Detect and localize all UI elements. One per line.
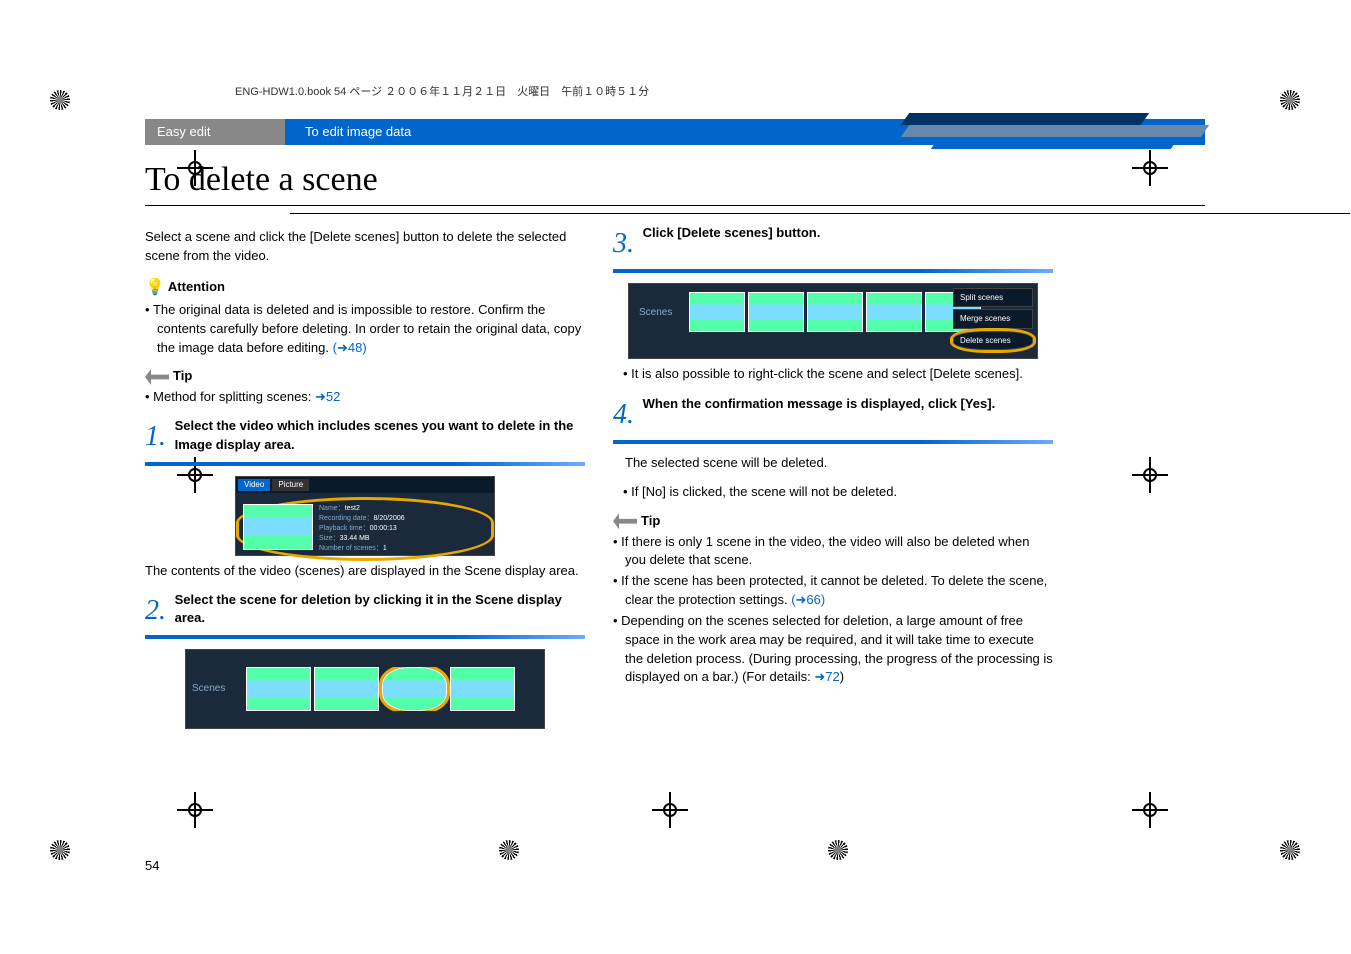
step3-note: It is also possible to right-click the s… xyxy=(613,365,1053,384)
delete-scenes-button: Delete scenes xyxy=(953,331,1033,351)
link-48[interactable]: (➜48) xyxy=(333,340,367,355)
step-text: Click [Delete scenes] button. xyxy=(643,224,1043,243)
divider xyxy=(290,213,1350,214)
step-text: Select the scene for deletion by clickin… xyxy=(175,591,575,629)
figure-scene-select: Scenes xyxy=(185,649,545,729)
step1-caption: The contents of the video (scenes) are d… xyxy=(145,562,585,581)
scenes-label: Scenes xyxy=(192,682,242,697)
step-rule xyxy=(145,635,585,639)
print-mark xyxy=(50,840,70,860)
tip2-item3: Depending on the scenes selected for del… xyxy=(613,612,1053,687)
bulb-icon: 💡 xyxy=(145,279,165,296)
scene-thumb xyxy=(748,292,804,332)
scene-thumb xyxy=(450,667,515,711)
step-number: 2. xyxy=(145,591,171,632)
tip2-item2: If the scene has been protected, it cann… xyxy=(613,572,1053,610)
step-number: 1. xyxy=(145,417,171,458)
step-1: 1. Select the video which includes scene… xyxy=(145,417,585,466)
scene-thumb xyxy=(314,667,379,711)
step4-note: If [No] is clicked, the scene will not b… xyxy=(613,483,1053,502)
step-rule xyxy=(613,269,1053,273)
scene-thumb xyxy=(807,292,863,332)
scene-thumb xyxy=(246,667,311,711)
scene-thumb xyxy=(866,292,922,332)
video-thumbnail xyxy=(243,504,313,550)
print-mark xyxy=(1280,840,1300,860)
header-decoration xyxy=(885,101,1205,161)
video-info: Name：test2 Recording date：8/20/2006 Play… xyxy=(319,504,487,555)
book-metadata: ENG-HDW1.0.book 54 ページ ２００６年１１月２１日 火曜日 午… xyxy=(145,83,1205,99)
step4-result: The selected scene will be deleted. xyxy=(613,454,1053,473)
tab-picture: Picture xyxy=(272,479,309,491)
figure-video-list: VideoPicture Name：test2 Recording date：8… xyxy=(235,476,495,556)
link-52[interactable]: ➜52 xyxy=(315,389,340,404)
page-number: 54 xyxy=(145,858,159,873)
page-title: To delete a scene xyxy=(145,161,1205,206)
attention-body: The original data is deleted and is impo… xyxy=(145,301,585,358)
merge-scenes-button: Merge scenes xyxy=(953,309,1033,329)
tip-body: Method for splitting scenes: ➜52 xyxy=(145,388,585,407)
tip-heading: Tip xyxy=(145,367,585,386)
attention-heading: 💡Attention xyxy=(145,276,585,299)
step-number: 4. xyxy=(613,395,639,436)
step-rule xyxy=(613,440,1053,444)
link-72[interactable]: ➜72 xyxy=(814,669,839,684)
scenes-label: Scenes xyxy=(639,306,672,321)
category-label: Easy edit xyxy=(145,119,285,145)
tip-icon xyxy=(145,369,169,385)
print-mark xyxy=(50,90,70,110)
step-number: 3. xyxy=(613,224,639,265)
scene-thumb-selected xyxy=(382,667,447,711)
intro-text: Select a scene and click the [Delete sce… xyxy=(145,228,585,266)
step-2: 2. Select the scene for deletion by clic… xyxy=(145,591,585,640)
print-mark xyxy=(1280,90,1300,110)
step-text: When the confirmation message is display… xyxy=(643,395,1043,414)
step-4: 4. When the confirmation message is disp… xyxy=(613,395,1053,444)
split-scenes-button: Split scenes xyxy=(953,288,1033,308)
step-text: Select the video which includes scenes y… xyxy=(175,417,575,455)
figure-delete-button: Scenes Split scenes Merge scenes Delete … xyxy=(628,283,1038,359)
tip2-item1: If there is only 1 scene in the video, t… xyxy=(613,533,1053,571)
scene-thumb xyxy=(689,292,745,332)
tip-heading: Tip xyxy=(613,512,1053,531)
step-3: 3. Click [Delete scenes] button. xyxy=(613,224,1053,273)
tab-video: Video xyxy=(238,479,270,491)
tip-icon xyxy=(613,513,637,529)
step-rule xyxy=(145,462,585,466)
link-66[interactable]: (➜66) xyxy=(791,592,825,607)
section-header: To edit image data Easy edit xyxy=(145,119,1205,145)
